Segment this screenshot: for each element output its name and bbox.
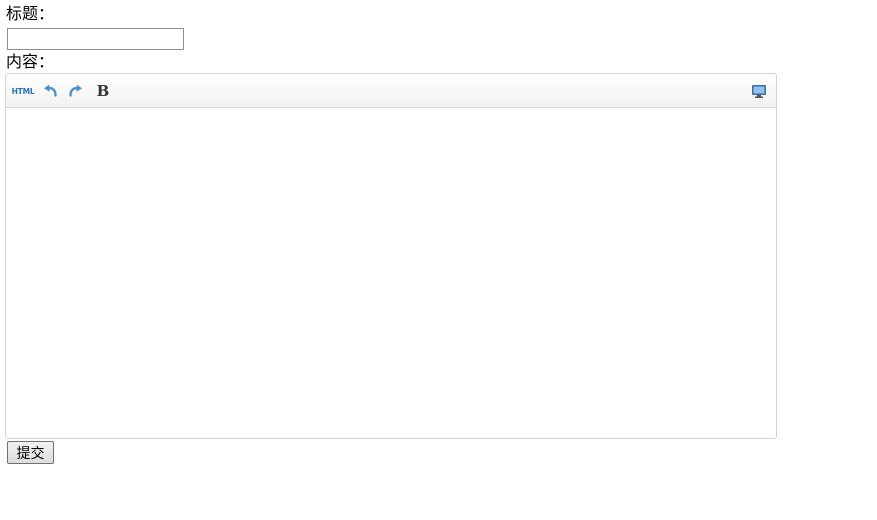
bold-button[interactable]: B xyxy=(92,80,114,102)
html-source-button[interactable]: HTML xyxy=(11,80,35,102)
rich-text-editor: HTML B xyxy=(5,73,777,439)
undo-button[interactable] xyxy=(39,80,61,102)
undo-icon xyxy=(44,84,57,97)
editor-toolbar: HTML B xyxy=(6,74,776,108)
redo-button[interactable] xyxy=(65,80,87,102)
content-label: 内容： xyxy=(6,52,55,71)
fullscreen-icon xyxy=(752,85,766,98)
submit-button[interactable]: 提交 xyxy=(7,441,54,464)
post-form: 标题： 内容： HTML B 提交 xyxy=(0,0,877,520)
redo-icon xyxy=(69,84,82,97)
title-label: 标题： xyxy=(6,4,55,23)
title-input[interactable] xyxy=(7,28,184,50)
editor-content-area[interactable] xyxy=(6,108,776,438)
html-icon: HTML xyxy=(11,86,35,96)
bold-icon: B xyxy=(96,82,110,100)
fullscreen-button[interactable] xyxy=(748,80,770,102)
